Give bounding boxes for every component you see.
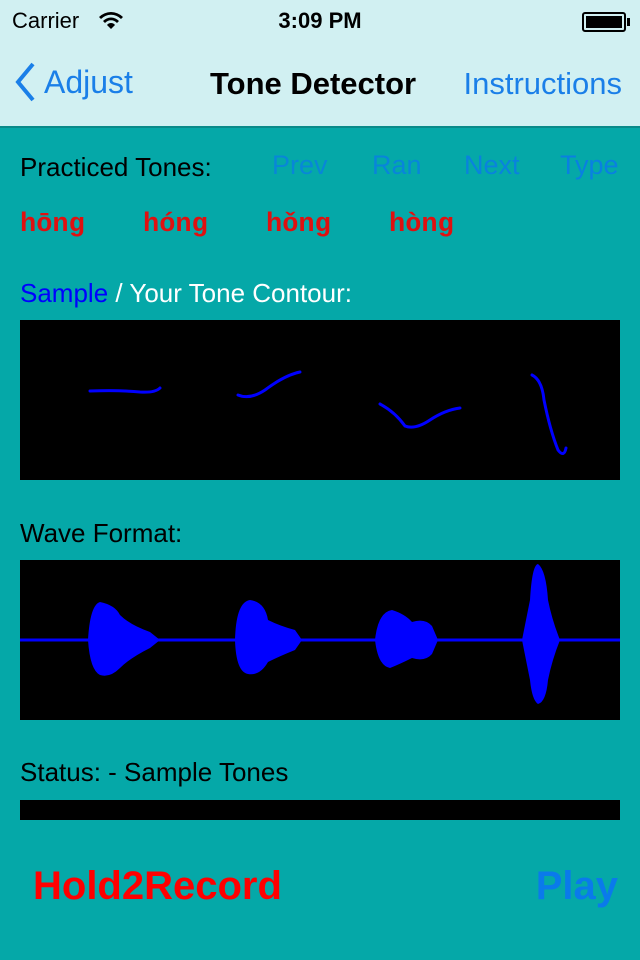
tone-contour-panel	[20, 320, 620, 480]
tone-3[interactable]: hǒng	[266, 210, 331, 240]
back-label: Adjust	[44, 63, 133, 100]
random-button[interactable]: Ran	[372, 150, 422, 181]
tone-1[interactable]: hōng	[20, 210, 85, 240]
play-button[interactable]: Play	[536, 864, 618, 909]
wave-tone-2	[235, 600, 302, 675]
status-text: Status: - Sample Tones	[20, 757, 289, 787]
page-title: Tone Detector	[210, 66, 417, 101]
contour-traces	[88, 370, 568, 455]
wave-tone-1	[88, 602, 160, 676]
wave-tone-4	[522, 564, 560, 704]
tone-4[interactable]: hòng	[389, 210, 454, 240]
next-button[interactable]: Next	[464, 150, 520, 181]
contour-tone-2	[236, 370, 302, 399]
contour-label: Sample / Your Tone Contour:	[20, 278, 352, 309]
battery-nub	[627, 18, 630, 26]
chevron-left-icon	[15, 62, 35, 102]
instructions-button[interactable]: Instructions	[463, 66, 622, 102]
hold-to-record-button[interactable]: Hold2Record	[33, 864, 282, 909]
clock: 3:09 PM	[278, 8, 362, 33]
contour-tone-1	[88, 386, 162, 394]
status-bar-panel	[20, 800, 620, 820]
waveform	[20, 564, 620, 704]
contour-rest-label: / Your Tone Contour:	[108, 278, 352, 308]
prev-button[interactable]: Prev	[272, 150, 328, 181]
back-button[interactable]: Adjust	[14, 62, 133, 102]
wave-tone-3	[375, 610, 438, 668]
type-button[interactable]: Type	[560, 150, 619, 181]
contour-tone-3	[378, 402, 462, 429]
battery-icon	[582, 12, 626, 32]
tone-2[interactable]: hóng	[143, 210, 208, 240]
practiced-tones-label: Practiced Tones:	[20, 152, 212, 182]
wave-format-label: Wave Format:	[20, 518, 183, 548]
waveform-panel	[20, 560, 620, 720]
sample-label: Sample	[20, 278, 109, 308]
contour-tone-4	[530, 373, 568, 455]
